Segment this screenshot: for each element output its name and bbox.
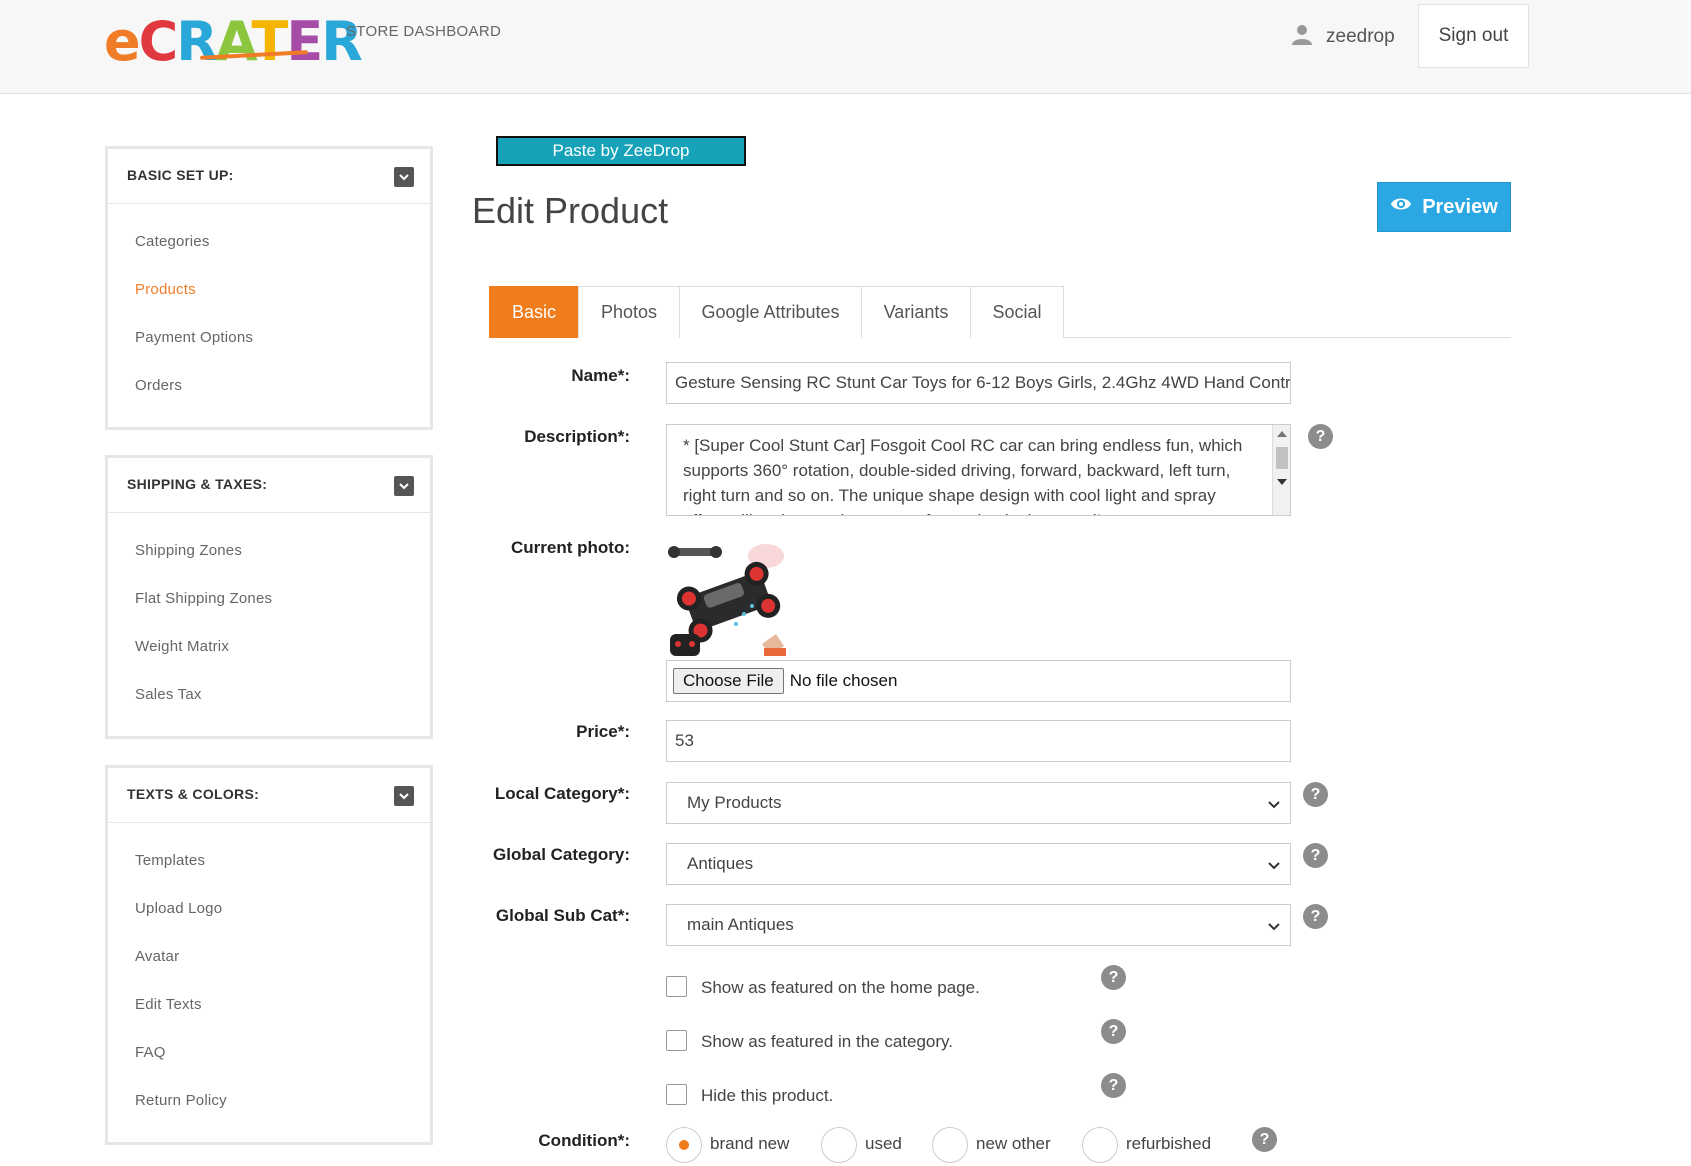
help-icon[interactable]: ? — [1303, 904, 1328, 929]
sidebar-item-avatar[interactable]: Avatar — [108, 933, 430, 981]
hide-product-checkbox[interactable] — [666, 1084, 687, 1105]
chevron-down-icon — [1268, 862, 1280, 870]
textarea-scrollbar[interactable] — [1272, 425, 1290, 515]
top-bar: eCRATER STORE DASHBOARD zeedrop Sign out — [0, 0, 1691, 94]
username: zeedrop — [1326, 26, 1395, 47]
condition-new-other-label: new other — [976, 1134, 1051, 1153]
hide-product-label: Hide this product. — [701, 1086, 834, 1105]
sidebar-item-sales-tax[interactable]: Sales Tax — [108, 671, 430, 719]
chevron-down-icon — [1268, 801, 1280, 809]
tab-photos[interactable]: Photos — [578, 286, 680, 338]
featured-home-checkbox[interactable] — [666, 976, 687, 997]
sidebar-item-flat-shipping-zones[interactable]: Flat Shipping Zones — [108, 575, 430, 623]
condition-used-label: used — [865, 1134, 902, 1153]
radio-selected-dot — [679, 1140, 689, 1150]
user-icon — [1290, 22, 1314, 52]
sidebar-item-payment-options[interactable]: Payment Options — [108, 314, 430, 362]
description-text: * [Super Cool Stunt Car] Fosgoit Cool RC… — [683, 436, 1243, 515]
sidebar-item-shipping-zones[interactable]: Shipping Zones — [108, 527, 430, 575]
tab-basic[interactable]: Basic — [489, 286, 579, 338]
help-icon[interactable]: ? — [1303, 782, 1328, 807]
condition-new-other-radio[interactable] — [932, 1127, 968, 1163]
panel-title: TEXTS & COLORS: — [127, 786, 260, 802]
global-subcat-value: main Antiques — [687, 915, 794, 934]
name-input[interactable]: Gesture Sensing RC Stunt Car Toys for 6-… — [666, 362, 1291, 404]
choose-file-button[interactable]: Choose File — [673, 668, 784, 694]
help-icon[interactable]: ? — [1303, 843, 1328, 868]
sidebar-item-products[interactable]: Products — [108, 266, 430, 314]
file-status: No file chosen — [789, 671, 898, 690]
scroll-thumb[interactable] — [1276, 447, 1288, 469]
sidebar-item-templates[interactable]: Templates — [108, 837, 430, 885]
product-tabs: Basic Photos Google Attributes Variants … — [489, 286, 1511, 338]
panel-title: SHIPPING & TAXES: — [127, 476, 268, 492]
sidebar-item-upload-logo[interactable]: Upload Logo — [108, 885, 430, 933]
global-category-label: Global Category: — [493, 845, 630, 864]
panel-header: TEXTS & COLORS: — [108, 768, 430, 823]
sign-out-button[interactable]: Sign out — [1418, 4, 1529, 68]
chevron-down-icon[interactable] — [394, 786, 414, 806]
sidebar-item-faq[interactable]: FAQ — [108, 1029, 430, 1077]
featured-category-label: Show as featured in the category. — [701, 1032, 954, 1051]
sidebar-item-edit-texts[interactable]: Edit Texts — [108, 981, 430, 1029]
price-label: Price*: — [576, 722, 630, 741]
basic-setup-panel: BASIC SET UP: Categories Products Paymen… — [105, 146, 433, 430]
store-dashboard-link[interactable]: STORE DASHBOARD — [346, 23, 501, 40]
page-title: Edit Product — [472, 190, 669, 231]
global-category-select[interactable]: Antiques — [666, 843, 1291, 885]
condition-brand-new-radio[interactable] — [666, 1127, 702, 1163]
global-subcat-label: Global Sub Cat*: — [495, 906, 630, 925]
help-icon[interactable]: ? — [1101, 1019, 1126, 1044]
scroll-up-icon[interactable] — [1277, 431, 1287, 437]
chevron-down-icon — [1268, 923, 1280, 931]
current-photo-label: Current photo: — [511, 538, 630, 557]
name-label: Name*: — [571, 366, 630, 385]
local-category-select[interactable]: My Products — [666, 782, 1291, 824]
scroll-down-icon[interactable] — [1277, 479, 1287, 485]
help-icon[interactable]: ? — [1252, 1127, 1277, 1152]
chevron-down-icon[interactable] — [394, 167, 414, 187]
tab-social[interactable]: Social — [970, 286, 1064, 338]
sidebar-item-return-policy[interactable]: Return Policy — [108, 1077, 430, 1125]
condition-brand-new-label: brand new — [710, 1134, 790, 1153]
help-icon[interactable]: ? — [1101, 1073, 1126, 1098]
featured-category-checkbox[interactable] — [666, 1030, 687, 1051]
tab-variants[interactable]: Variants — [861, 286, 971, 338]
texts-colors-panel: TEXTS & COLORS: Templates Upload Logo Av… — [105, 765, 433, 1145]
global-subcat-select[interactable]: main Antiques — [666, 904, 1291, 946]
help-icon[interactable]: ? — [1101, 965, 1126, 990]
panel-header: BASIC SET UP: — [108, 149, 430, 204]
condition-refurbished-radio[interactable] — [1082, 1127, 1118, 1163]
shipping-taxes-panel: SHIPPING & TAXES: Shipping Zones Flat Sh… — [105, 455, 433, 739]
price-input[interactable]: 53 — [666, 720, 1291, 762]
preview-button[interactable]: Preview — [1377, 182, 1511, 232]
tab-google-attributes[interactable]: Google Attributes — [679, 286, 862, 338]
ecrater-logo[interactable]: eCRATER — [104, 10, 363, 73]
description-textarea[interactable]: * [Super Cool Stunt Car] Fosgoit Cool RC… — [666, 424, 1291, 516]
condition-refurbished-label: refurbished — [1126, 1134, 1212, 1153]
eye-icon — [1390, 193, 1412, 221]
product-photo — [666, 536, 792, 660]
description-label: Description*: — [524, 427, 630, 446]
global-category-value: Antiques — [687, 854, 754, 873]
help-icon[interactable]: ? — [1308, 424, 1333, 449]
paste-by-zeedrop-button[interactable]: Paste by ZeeDrop — [496, 136, 746, 166]
condition-used-radio[interactable] — [821, 1127, 857, 1163]
sidebar-item-weight-matrix[interactable]: Weight Matrix — [108, 623, 430, 671]
condition-label: Condition*: — [538, 1131, 630, 1150]
panel-header: SHIPPING & TAXES: — [108, 458, 430, 513]
chevron-down-icon[interactable] — [394, 476, 414, 496]
sidebar-item-orders[interactable]: Orders — [108, 362, 430, 410]
local-category-value: My Products — [687, 793, 782, 812]
user-menu[interactable]: zeedrop — [1290, 22, 1395, 52]
panel-title: BASIC SET UP: — [127, 167, 234, 183]
photo-file-input[interactable]: Choose File No file chosen — [666, 660, 1291, 702]
local-category-label: Local Category*: — [494, 784, 630, 803]
sidebar-item-categories[interactable]: Categories — [108, 218, 430, 266]
preview-label: Preview — [1422, 195, 1498, 218]
featured-home-label: Show as featured on the home page. — [701, 978, 980, 997]
